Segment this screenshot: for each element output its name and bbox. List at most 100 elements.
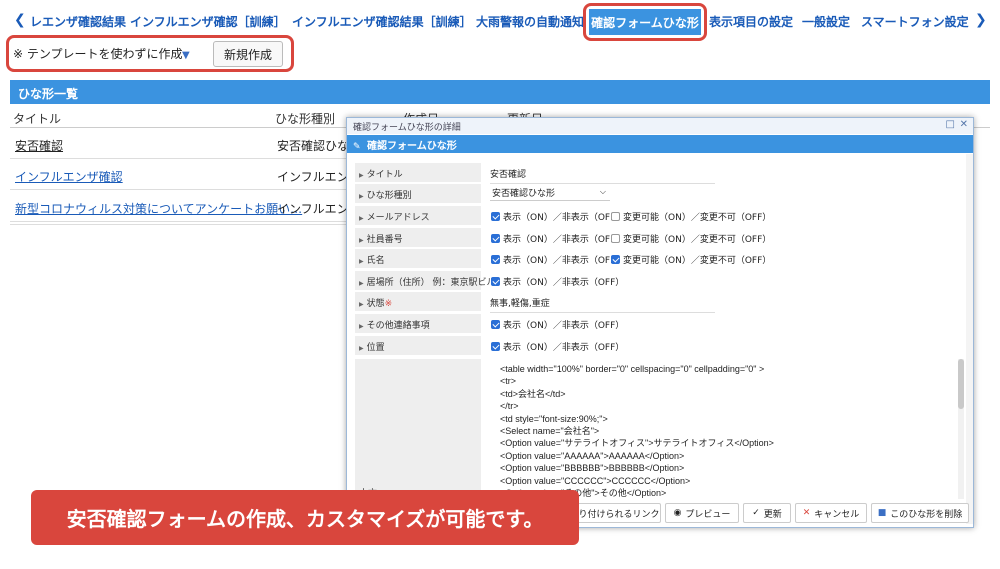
title-input[interactable]: 安否確認 (490, 167, 715, 184)
triangle-right-icon: ▶ (359, 237, 364, 244)
show-toggle[interactable]: 表示（ON）／非表示（OFF） (491, 210, 624, 223)
checkbox[interactable] (611, 212, 620, 221)
checkbox[interactable] (491, 320, 500, 329)
tab-bar: ❮ レエンザ確認結果 インフルエンザ確認［訓練］ インフルエンザ確認結果［訓練］… (0, 0, 1000, 41)
field-label: 本文 (355, 359, 481, 499)
field-label: ▶ タイトル (355, 163, 481, 182)
field-email: ▶ メールアドレス 表示（ON）／非表示（OFF） 変更可能（ON）／変更不可（O… (355, 206, 965, 227)
triangle-right-icon: ▶ (359, 193, 364, 200)
update-button[interactable]: ✓ 更新 (743, 503, 791, 523)
field-label: ▶ 状態※ (355, 292, 481, 311)
modal-header: ✎ 確認フォームひな形 (347, 135, 973, 153)
check-icon: ✓ (752, 508, 760, 518)
html-code-editor[interactable]: <table width="100%" border="0" cellspaci… (490, 359, 958, 499)
show-toggle[interactable]: 表示（ON）／非表示（OFF） (491, 275, 624, 288)
field-label: ▶ 位置 (355, 336, 481, 355)
template-select[interactable]: ※ テンプレートを使わずに作成 (13, 45, 197, 65)
tab-display-items[interactable]: 表示項目の設定 (709, 13, 793, 30)
modal-scrollbar[interactable] (966, 154, 973, 524)
checkbox[interactable] (491, 234, 500, 243)
col-kind[interactable]: ひな形種別 (275, 110, 335, 127)
modal-window-title: 確認フォームひな形の詳細 (353, 123, 461, 133)
triangle-right-icon: ▶ (359, 258, 364, 265)
caption-banner: 安否確認フォームの作成、カスタマイズが可能です。 (31, 490, 579, 545)
close-icon: ✕ (802, 508, 811, 518)
checkbox[interactable] (491, 212, 500, 221)
chevron-right-icon[interactable]: ❯ (975, 12, 987, 28)
triangle-right-icon: ▶ (359, 280, 364, 287)
field-label: ▶ ひな形種別 (355, 184, 481, 203)
triangle-right-icon: ▶ (359, 323, 364, 330)
caret-down-icon[interactable]: ▼ (182, 50, 190, 61)
tab-form-template[interactable]: 確認フォームひな形 (589, 9, 701, 35)
cancel-button[interactable]: ✕ キャンセル (795, 503, 867, 523)
table-row[interactable]: 安否確認 安否確認ひな形 (10, 129, 361, 159)
field-label: ▶ その他連絡事項 (355, 314, 481, 333)
row-title-link[interactable]: インフルエンザ確認 (15, 168, 123, 185)
checkbox[interactable] (491, 277, 500, 286)
tab-flu-training-result[interactable]: インフルエンザ確認結果［訓練］ (292, 13, 472, 30)
change-toggle[interactable]: 変更可能（ON）／変更不可（OFF） (611, 210, 771, 223)
triangle-right-icon: ▶ (359, 345, 364, 352)
row-kind: インフルエン (277, 170, 349, 184)
field-position: ▶ 位置 表示（ON）／非表示（OFF） (355, 336, 965, 357)
maximize-icon[interactable]: □ (946, 119, 955, 130)
field-label: ▶ 社員番号 (355, 228, 481, 247)
triangle-right-icon: ▶ (359, 215, 364, 222)
delete-template-button[interactable]: ■ このひな形を削除 (871, 503, 969, 523)
field-label: ▶ メールアドレス (355, 206, 481, 225)
checkbox[interactable] (491, 342, 500, 351)
status-input[interactable]: 無事,軽傷,重症 (490, 296, 715, 313)
form-icon: ✎ (353, 142, 361, 152)
field-kind: ▶ ひな形種別 安否確認ひな形 ⌵ (355, 184, 965, 205)
list-divider (10, 224, 350, 225)
new-template-button[interactable]: 新規作成 (213, 41, 283, 67)
tab-flu-training[interactable]: インフルエンザ確認［訓練］ (130, 13, 286, 30)
checkbox[interactable] (491, 255, 500, 264)
required-mark: ※ (384, 299, 393, 309)
change-toggle[interactable]: 変更可能（ON）／変更不可（OFF） (611, 253, 771, 266)
checkbox[interactable] (611, 255, 620, 264)
link-button[interactable]: り付けられるリンク (577, 503, 661, 523)
show-toggle[interactable]: 表示（ON）／非表示（OFF） (491, 253, 624, 266)
chevron-left-icon[interactable]: ❮ (14, 12, 26, 28)
tab-smartphone[interactable]: スマートフォン設定 (861, 13, 969, 30)
show-toggle[interactable]: 表示（ON）／非表示（OFF） (491, 232, 624, 245)
close-icon[interactable]: ✕ (960, 119, 968, 130)
kind-select[interactable]: 安否確認ひな形 ⌵ (490, 186, 610, 201)
tab-form-template-highlight: 確認フォームひな形 (583, 3, 707, 41)
field-label: ▶ 氏名 (355, 249, 481, 268)
checkbox[interactable] (611, 234, 620, 243)
triangle-right-icon: ▶ (359, 172, 364, 179)
field-location: ▶ 居場所（住所） 例：東京駅ビル 表示（ON）／非表示（OFF） (355, 271, 965, 292)
scrollbar-thumb[interactable] (958, 359, 964, 409)
table-row[interactable]: 新型コロナウィルス対策についてアンケートお願い… インフルエン (10, 192, 350, 222)
modal-header-title: 確認フォームひな形 (367, 141, 457, 152)
row-title-link[interactable]: 新型コロナウィルス対策についてアンケートお願い… (15, 200, 302, 217)
row-kind: インフルエン (277, 202, 349, 216)
chevron-down-icon: ⌵ (599, 187, 606, 196)
field-name: ▶ 氏名 表示（ON）／非表示（OFF） 変更可能（ON）／変更不可（OFF） (355, 249, 965, 270)
template-list-header: ひな形一覧 (10, 80, 990, 104)
trash-icon: ■ (877, 508, 887, 518)
field-title: ▶ タイトル 安否確認 (355, 163, 965, 184)
tab-general[interactable]: 一般設定 (802, 13, 850, 30)
change-toggle[interactable]: 変更可能（ON）／変更不可（OFF） (611, 232, 771, 245)
field-employee-number: ▶ 社員番号 表示（ON）／非表示（OFF） 変更可能（ON）／変更不可（OFF） (355, 228, 965, 249)
preview-button[interactable]: ◉ プレビュー (665, 503, 739, 523)
field-status: ▶ 状態※ 無事,軽傷,重症 (355, 292, 965, 313)
field-label: ▶ 居場所（住所） 例：東京駅ビル (355, 271, 496, 290)
eye-icon: ◉ (673, 508, 682, 518)
tab-heavy-rain[interactable]: 大雨警報の自動通知 (476, 13, 584, 30)
col-title[interactable]: タイトル (13, 110, 61, 127)
show-toggle[interactable]: 表示（ON）／非表示（OFF） (491, 318, 624, 331)
table-row[interactable]: インフルエンザ確認 インフルエン (10, 160, 350, 190)
modal-titlebar: 確認フォームひな形の詳細 □ ✕ (347, 118, 973, 134)
tab-flu-result[interactable]: レエンザ確認結果 (30, 13, 126, 30)
row-title-link[interactable]: 安否確認 (15, 137, 63, 154)
show-toggle[interactable]: 表示（ON）／非表示（OFF） (491, 340, 624, 353)
template-selector-highlight: ※ テンプレートを使わずに作成 ▼ 新規作成 (6, 35, 294, 72)
template-detail-modal: 確認フォームひな形の詳細 □ ✕ ✎ 確認フォームひな形 ▶ タイトル 安否確認 ▶… (346, 117, 974, 528)
triangle-right-icon: ▶ (359, 301, 364, 308)
code-scrollbar[interactable] (958, 359, 964, 499)
